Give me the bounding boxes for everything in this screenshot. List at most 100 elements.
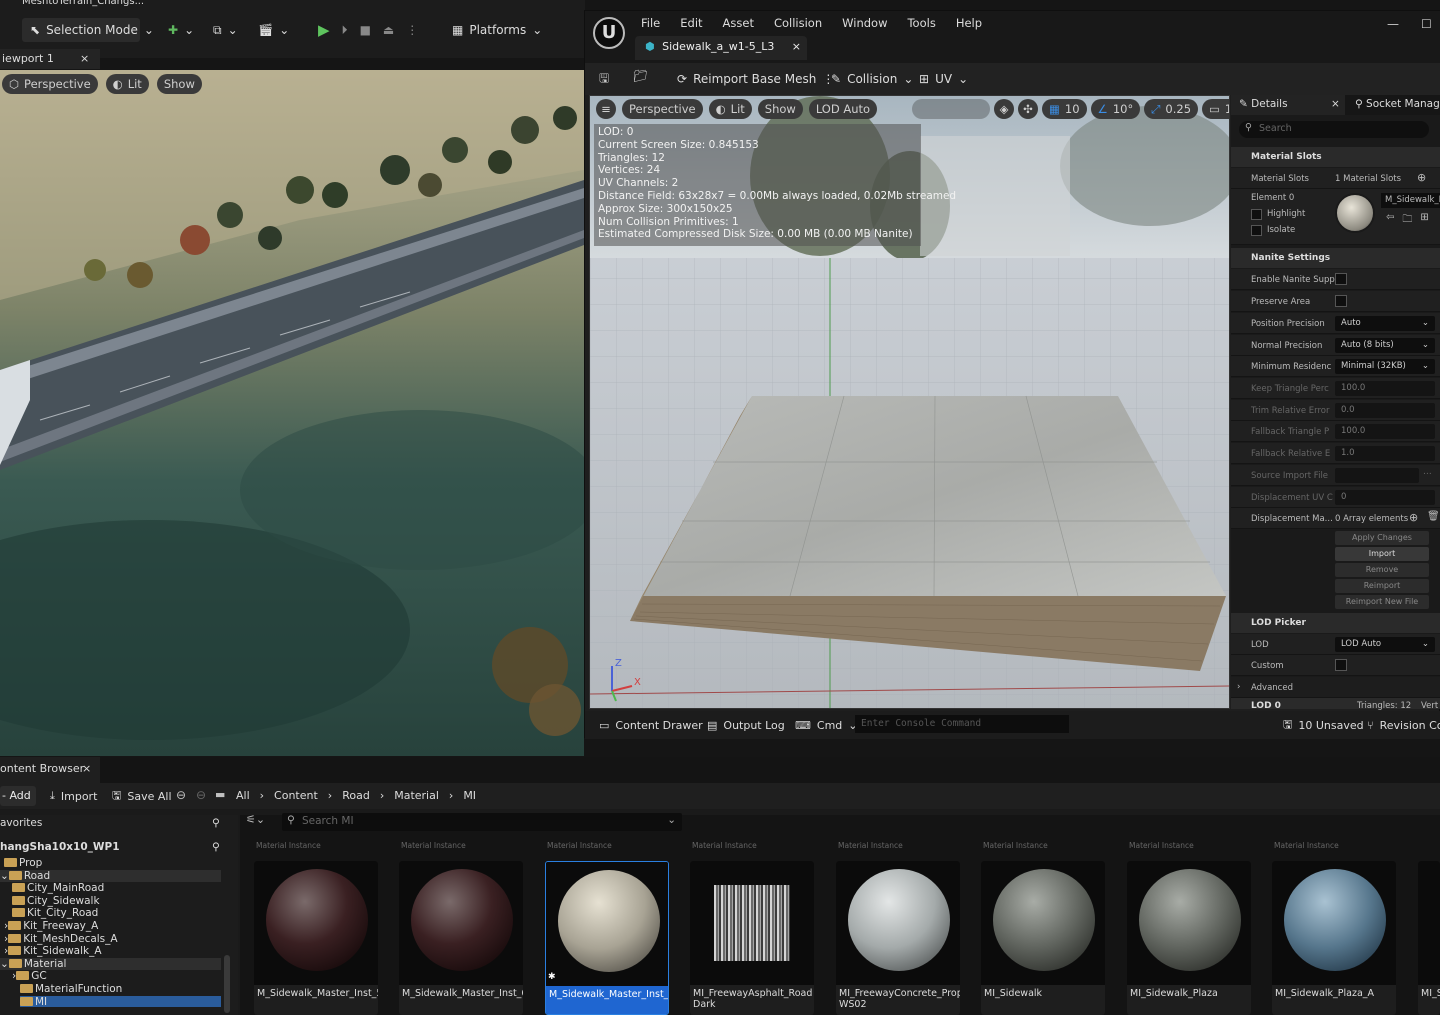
navigate-back-icon[interactable]: ⇦ — [1386, 212, 1394, 229]
play-icon[interactable]: ▶ — [318, 21, 330, 39]
lit-button[interactable]: ◐ Lit — [105, 74, 149, 94]
blueprint-button[interactable]: ⧉ ⌄ — [205, 18, 246, 42]
isolate-checkbox[interactable] — [1251, 225, 1262, 236]
tree-item-kit-sidewalk-a[interactable]: › Kit_Sidewalk_A — [4, 945, 102, 958]
tree-scrollbar[interactable] — [224, 955, 230, 1013]
viewport-tab[interactable]: iewport 1 × — [0, 49, 100, 69]
add-slot-icon[interactable]: ⊕ — [1417, 171, 1426, 184]
asset-tile[interactable]: MI_FreewayConcrete_Props WS02 — [836, 861, 960, 1015]
preview-perspective-button[interactable]: Perspective — [622, 99, 703, 119]
breadcrumb-content[interactable]: Content — [274, 789, 318, 802]
menu-tools[interactable]: Tools — [907, 16, 935, 30]
socket-manager-tab[interactable]: ⚲ Socket Manag — [1355, 98, 1440, 110]
lod0-section[interactable]: LOD 0 Triangles: 12 Vert — [1231, 698, 1440, 711]
asset-tile[interactable]: MI_Sidewalk_Plaza — [1127, 861, 1251, 1015]
asset-tile[interactable]: M_Sidewalk_Master_Inst_6 — [399, 861, 523, 1015]
add-button[interactable]: - Add — [0, 786, 36, 806]
highlight-checkbox[interactable] — [1251, 209, 1262, 220]
menu-file[interactable]: File — [641, 16, 660, 30]
asset-tile[interactable]: MI_S — [1418, 861, 1440, 1015]
tree-item-kit-freeway-a[interactable]: › Kit_Freeway_A — [4, 920, 98, 933]
fallback-triangle-value[interactable]: 100.0 — [1335, 424, 1435, 439]
save-all-button[interactable]: 🖫 Save All — [104, 784, 180, 808]
asset-search-input[interactable]: ⚲ Search MI ⌄ — [282, 813, 682, 831]
asset-tab[interactable]: ⬢ Sidewalk_a_w1-5_L3 × — [635, 36, 807, 60]
enable-nanite-checkbox[interactable] — [1335, 273, 1347, 285]
reimport-button[interactable]: Reimport — [1335, 579, 1429, 593]
add-actor-button[interactable]: ✚ ⌄ — [160, 18, 202, 42]
cmd-button[interactable]: ⌨ Cmd ⌄ — [787, 713, 866, 737]
search-icon[interactable]: ⚲ — [212, 841, 220, 853]
displacement-uv-value[interactable]: 0 — [1335, 490, 1435, 505]
tree-item-kit-meshdecals-a[interactable]: › Kit_MeshDecals_A — [4, 933, 118, 946]
stop-icon[interactable]: ■ — [360, 23, 371, 37]
position-precision-dropdown[interactable]: Auto ⌄ — [1335, 316, 1435, 331]
reimport-base-mesh-button[interactable]: ⟳ Reimport Base Mesh ⋮ — [669, 67, 842, 91]
transform-modes[interactable] — [912, 99, 990, 119]
cinematics-button[interactable]: 🎬︎ ⌄ — [250, 18, 297, 42]
console-command-input[interactable]: Enter Console Command — [855, 715, 1069, 733]
min-residency-dropdown[interactable]: Minimal (32KB) ⌄ — [1335, 359, 1435, 374]
step-icon[interactable]: ⏵ — [342, 23, 348, 38]
mesh-preview-viewport[interactable]: ≡ Perspective ◐ Lit Show LOD Auto ◈ ✣ ▦ 10… — [589, 95, 1230, 709]
remove-button[interactable]: Remove — [1335, 563, 1429, 577]
save-icon[interactable]: 🖫 — [599, 69, 609, 90]
asset-tile[interactable]: MI_Sidewalk_Plaza_A — [1272, 861, 1396, 1015]
content-browser-tab[interactable]: ontent Browser × — [0, 757, 100, 783]
fallback-relative-value[interactable]: 1.0 — [1335, 446, 1435, 461]
camera-speed-button[interactable]: ▭1 — [1202, 99, 1229, 119]
selection-mode-button[interactable]: ⬉ Selection Mode ⌄ — [22, 18, 154, 42]
material-slots-section[interactable]: Material Slots — [1231, 147, 1440, 167]
material-thumbnail[interactable] — [1335, 193, 1375, 233]
preserve-area-checkbox[interactable] — [1335, 295, 1347, 307]
tree-item-material[interactable]: ⌄ Material — [0, 957, 221, 971]
menu-edit[interactable]: Edit — [680, 16, 702, 30]
breadcrumb-material[interactable]: Material — [394, 789, 439, 802]
close-tab-icon[interactable]: × — [792, 40, 801, 53]
tree-item-city-mainroad[interactable]: City_MainRoad — [12, 882, 104, 895]
show-button[interactable]: Show — [156, 74, 202, 94]
apply-changes-button[interactable]: Apply Changes — [1335, 531, 1429, 545]
menu-collision[interactable]: Collision — [774, 16, 822, 30]
tree-item-prop[interactable]: Prop — [4, 857, 42, 870]
tree-item-materialfunction[interactable]: MaterialFunction — [20, 983, 122, 996]
lod-auto-button[interactable]: LOD Auto — [808, 99, 878, 119]
back-icon[interactable]: ⊖ — [176, 788, 186, 802]
asset-tile[interactable]: M_Sidewalk_Master_Inst_5 — [254, 861, 378, 1015]
details-tab[interactable]: ✎ Details × — [1231, 95, 1345, 115]
trim-error-value[interactable]: 0.0 — [1335, 403, 1435, 418]
reimport-new-file-button[interactable]: Reimport New File — [1335, 595, 1429, 609]
menu-window[interactable]: Window — [842, 16, 887, 30]
custom-checkbox[interactable] — [1335, 659, 1347, 671]
import-button[interactable]: ⤓ Import — [42, 784, 105, 808]
asset-tile[interactable]: MI_FreewayAsphalt_Road Dark — [690, 861, 814, 1015]
preview-show-button[interactable]: Show — [757, 99, 803, 119]
advanced-row[interactable]: › Advanced — [1231, 677, 1440, 698]
folder-icon[interactable]: ▬ — [215, 788, 225, 801]
close-icon[interactable]: × — [82, 762, 91, 775]
breadcrumb-all[interactable]: All — [236, 789, 250, 802]
source-import-field[interactable] — [1335, 468, 1419, 483]
tree-item-road[interactable]: ⌄ Road — [0, 869, 221, 883]
revision-control-button[interactable]: ⑂ Revision Co — [1359, 713, 1440, 737]
tree-item-gc[interactable]: › GC — [12, 970, 47, 983]
browse-asset-icon[interactable]: 🗀 — [1402, 212, 1412, 229]
grid-snap-button[interactable]: ▦ 10 — [1042, 99, 1087, 119]
menu-asset[interactable]: Asset — [723, 16, 754, 30]
uv-menu-button[interactable]: ⊞ UV ⌄ — [911, 67, 976, 91]
collision-menu-button[interactable]: ✎ Collision ⌄ — [823, 67, 921, 91]
tree-item-kit-city-road[interactable]: Kit_City_Road — [12, 907, 98, 920]
viewport-menu-button[interactable]: ≡ — [596, 99, 616, 119]
platforms-button[interactable]: ▦ Platforms ⌄ — [444, 18, 550, 42]
angle-snap-button[interactable]: ∠ 10° — [1090, 99, 1141, 119]
trash-icon[interactable]: 🗑 — [1427, 511, 1440, 522]
breadcrumb-mi[interactable]: MI — [463, 789, 476, 802]
breadcrumb-road[interactable]: Road — [342, 789, 370, 802]
details-search-input[interactable]: ⚲ Search — [1239, 121, 1429, 138]
keep-triangle-value[interactable]: 100.0 — [1335, 381, 1435, 396]
favorites-header[interactable]: avorites ⚲ — [0, 817, 238, 837]
eject-icon[interactable]: ⏏ — [383, 23, 394, 37]
lod-picker-section[interactable]: LOD Picker — [1231, 613, 1440, 633]
forward-icon[interactable]: ⊖ — [196, 788, 206, 802]
asset-tile-selected[interactable]: ✱ M_Sidewalk_Master_Inst_7 — [545, 861, 669, 1015]
